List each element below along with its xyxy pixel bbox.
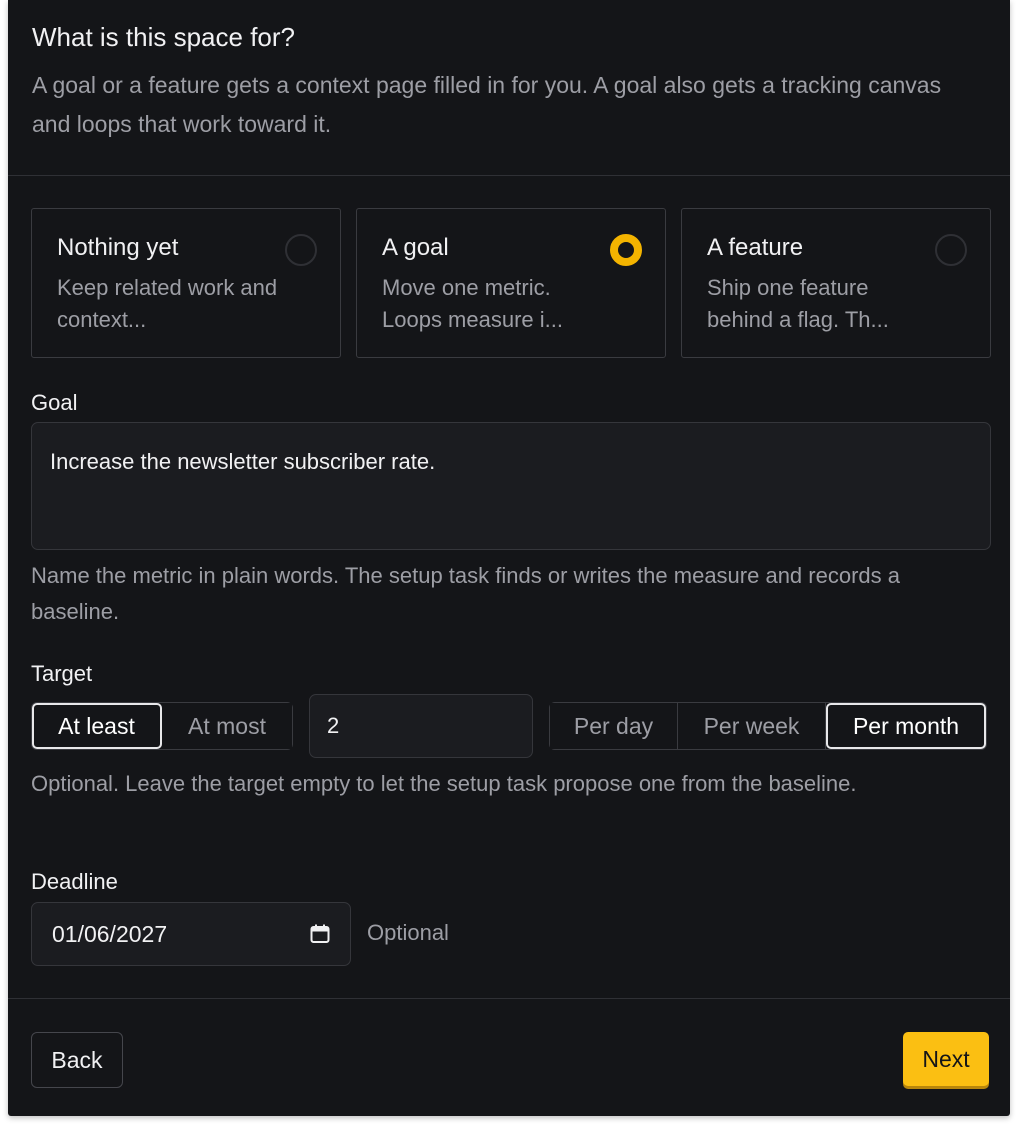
deadline-value: 01/06/2027 [52, 920, 168, 947]
period-toggle: Per day Per week Per month [549, 702, 987, 750]
option-title: A goal [382, 234, 449, 261]
next-button[interactable]: Next [903, 1032, 989, 1086]
period-per-month[interactable]: Per month [826, 703, 986, 749]
goal-textarea[interactable]: Increase the newsletter subscriber rate. [31, 422, 991, 550]
dialog-footer: Back Next [8, 998, 1010, 1116]
radio-selected-icon[interactable] [610, 234, 642, 266]
back-button[interactable]: Back [31, 1032, 123, 1088]
comparator-toggle: At least At most [31, 702, 293, 750]
option-description: Keep related work and context... [57, 275, 278, 332]
dialog-header: What is this space for? A goal or a feat… [8, 0, 1010, 176]
radio-icon[interactable] [935, 234, 967, 266]
calendar-icon[interactable] [310, 924, 330, 944]
target-help-text: Optional. Leave the target empty to let … [31, 771, 857, 796]
dialog-subtitle: A goal or a feature gets a context page … [32, 72, 942, 137]
target-label: Target [31, 661, 93, 686]
dialog-title: What is this space for? [32, 22, 295, 52]
radio-icon[interactable] [285, 234, 317, 266]
comparator-at-most[interactable]: At most [162, 703, 292, 749]
period-per-week[interactable]: Per week [678, 703, 826, 749]
goal-label: Goal [31, 390, 78, 415]
goal-help-text: Name the metric in plain words. The setu… [31, 563, 900, 624]
deadline-optional-note: Optional [367, 920, 449, 945]
deadline-label: Deadline [31, 869, 118, 894]
option-title: A feature [707, 234, 804, 261]
setup-dialog: What is this space for? A goal or a feat… [8, 0, 1010, 1116]
period-per-day[interactable]: Per day [550, 703, 678, 749]
option-a-feature[interactable]: A feature Ship one feature behind a flag… [681, 208, 991, 358]
option-nothing-yet[interactable]: Nothing yet Keep related work and contex… [31, 208, 341, 358]
option-title: Nothing yet [57, 234, 179, 261]
space-type-options: Nothing yet Keep related work and contex… [31, 208, 991, 358]
option-description: Ship one feature behind a flag. Th... [707, 275, 889, 332]
comparator-at-least[interactable]: At least [32, 703, 162, 749]
target-value-input[interactable]: 2 [309, 694, 533, 758]
deadline-date-input[interactable]: 01/06/2027 [31, 902, 351, 966]
option-a-goal[interactable]: A goal Move one metric. Loops measure i.… [356, 208, 666, 358]
option-description: Move one metric. Loops measure i... [382, 275, 563, 332]
